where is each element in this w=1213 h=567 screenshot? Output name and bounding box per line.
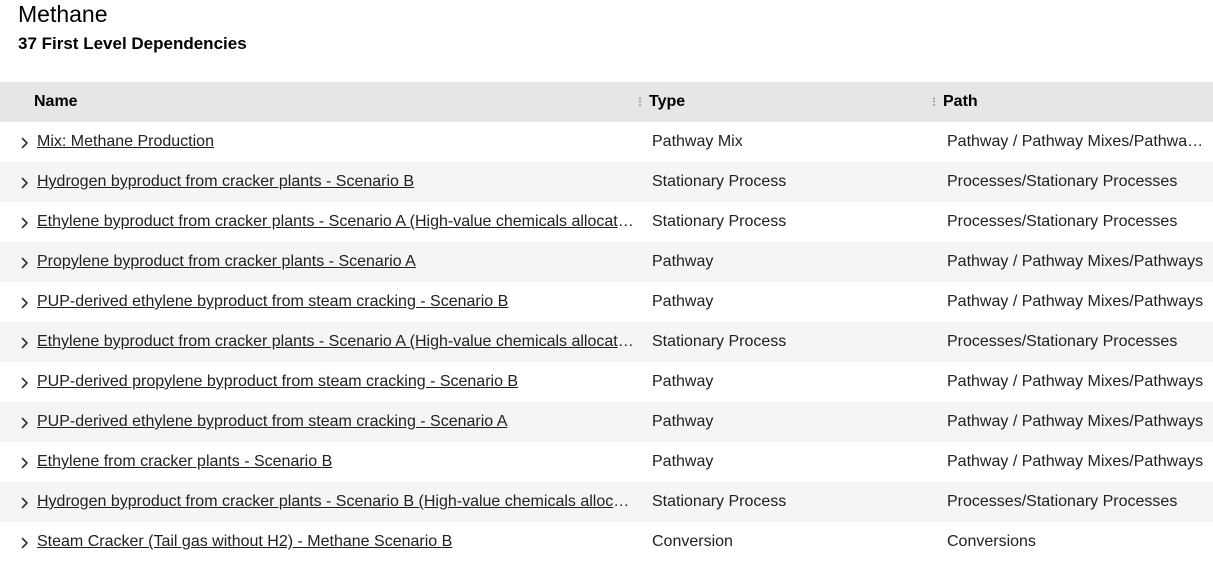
column-resize-handle[interactable] — [933, 97, 935, 107]
cell-type: Pathway — [652, 253, 714, 270]
cell-name: Steam Cracker (Tail gas without H2) - Me… — [37, 522, 635, 562]
cell-path: Pathway / Pathway Mixes/Pathways — [947, 293, 1204, 310]
cell-path: Pathway / Pathway Mixes/Pathways — [947, 453, 1204, 470]
cell-name: Propylene byproduct from cracker plants … — [37, 242, 635, 282]
table-row: Mix: Methane Production Pathway Mix Pathwa… — [0, 122, 1213, 162]
dependency-link[interactable]: Propylene byproduct from cracker plants … — [37, 253, 416, 270]
dependency-link[interactable]: Mix: Methane Production — [37, 133, 214, 150]
cell-type: Pathway — [652, 373, 714, 390]
cell-type: Stationary Process — [652, 173, 787, 190]
dependency-link[interactable]: Steam Cracker (Tail gas without H2) - Me… — [37, 533, 452, 550]
column-header-type[interactable]: Type — [649, 82, 685, 122]
cell-name: PUP-derived ethylene byproduct from stea… — [37, 282, 635, 322]
column-header-name[interactable]: Name — [34, 82, 78, 122]
table-row: Hydrogen byproduct from cracker plants -… — [0, 482, 1213, 522]
table-body: Mix: Methane Production Pathway Mix Pathwa… — [0, 122, 1213, 562]
cell-name: Hydrogen byproduct from cracker plants -… — [37, 162, 635, 202]
chevron-right-icon[interactable] — [19, 496, 31, 509]
dependency-link[interactable]: Ethylene byproduct from cracker plants -… — [37, 333, 635, 350]
cell-name: Ethylene byproduct from cracker plants -… — [37, 322, 635, 362]
cell-type: Pathway — [652, 453, 714, 470]
cell-path: Processes/Stationary Processes — [947, 333, 1178, 350]
cell-type: Conversion — [652, 533, 733, 550]
chevron-right-icon[interactable] — [19, 136, 31, 149]
dependency-count: 37 First Level Dependencies — [18, 34, 247, 53]
dependency-link[interactable]: Hydrogen byproduct from cracker plants -… — [37, 493, 635, 510]
chevron-right-icon[interactable] — [19, 536, 31, 549]
cell-name: PUP-derived propylene byproduct from ste… — [37, 362, 635, 402]
table-row: Ethylene from cracker plants - Scenario … — [0, 442, 1213, 482]
table-header: Name Type Path — [0, 82, 1213, 122]
table-row: Ethylene byproduct from cracker plants -… — [0, 202, 1213, 242]
dependencies-table: Name Type Path Mix: Methane Production Pa… — [0, 82, 1213, 562]
cell-name: Ethylene byproduct from cracker plants -… — [37, 202, 635, 242]
cell-name: Mix: Methane Production — [37, 122, 635, 162]
cell-type: Stationary Process — [652, 213, 787, 230]
cell-path: Processes/Stationary Processes — [947, 173, 1178, 190]
dependency-link[interactable]: Hydrogen byproduct from cracker plants -… — [37, 173, 414, 190]
column-resize-handle[interactable] — [639, 97, 641, 107]
cell-path: Conversions — [947, 533, 1036, 550]
chevron-right-icon[interactable] — [19, 176, 31, 189]
dependency-link[interactable]: Ethylene byproduct from cracker plants -… — [37, 213, 635, 230]
dependency-link[interactable]: PUP-derived propylene byproduct from ste… — [37, 373, 518, 390]
cell-path: Pathway / Pathway Mixes/Pathways — [947, 373, 1204, 390]
chevron-right-icon[interactable] — [19, 416, 31, 429]
cell-path: Processes/Stationary Processes — [947, 213, 1178, 230]
chevron-right-icon[interactable] — [19, 216, 31, 229]
dependencies-page: Methane 37 First Level Dependencies Name… — [0, 0, 1213, 567]
chevron-right-icon[interactable] — [19, 376, 31, 389]
table-row: Ethylene byproduct from cracker plants -… — [0, 322, 1213, 362]
cell-name: Hydrogen byproduct from cracker plants -… — [37, 482, 635, 522]
dependency-link[interactable]: Ethylene from cracker plants - Scenario … — [37, 453, 332, 470]
cell-type: Pathway — [652, 413, 714, 430]
chevron-right-icon[interactable] — [19, 336, 31, 349]
cell-path: Pathway / Pathway Mixes/Pathways — [947, 413, 1204, 430]
dependency-link[interactable]: PUP-derived ethylene byproduct from stea… — [37, 413, 507, 430]
cell-name: PUP-derived ethylene byproduct from stea… — [37, 402, 635, 442]
cell-path: Pathway / Pathway Mixes/Pathway Mixes — [947, 133, 1211, 150]
chevron-right-icon[interactable] — [19, 296, 31, 309]
cell-type: Pathway — [652, 293, 714, 310]
table-row: PUP-derived ethylene byproduct from stea… — [0, 402, 1213, 442]
cell-path: Processes/Stationary Processes — [947, 493, 1178, 510]
column-header-path[interactable]: Path — [943, 82, 978, 122]
cell-type: Pathway Mix — [652, 133, 743, 150]
cell-type: Stationary Process — [652, 333, 787, 350]
cell-path: Pathway / Pathway Mixes/Pathways — [947, 253, 1204, 270]
dependency-link[interactable]: PUP-derived ethylene byproduct from stea… — [37, 293, 508, 310]
table-row: Propylene byproduct from cracker plants … — [0, 242, 1213, 282]
table-row: PUP-derived ethylene byproduct from stea… — [0, 282, 1213, 322]
page-title: Methane — [18, 1, 108, 27]
cell-type: Stationary Process — [652, 493, 787, 510]
chevron-right-icon[interactable] — [19, 456, 31, 469]
table-row: PUP-derived propylene byproduct from ste… — [0, 362, 1213, 402]
table-row: Hydrogen byproduct from cracker plants -… — [0, 162, 1213, 202]
table-row: Steam Cracker (Tail gas without H2) - Me… — [0, 522, 1213, 562]
cell-name: Ethylene from cracker plants - Scenario … — [37, 442, 635, 482]
chevron-right-icon[interactable] — [19, 256, 31, 269]
